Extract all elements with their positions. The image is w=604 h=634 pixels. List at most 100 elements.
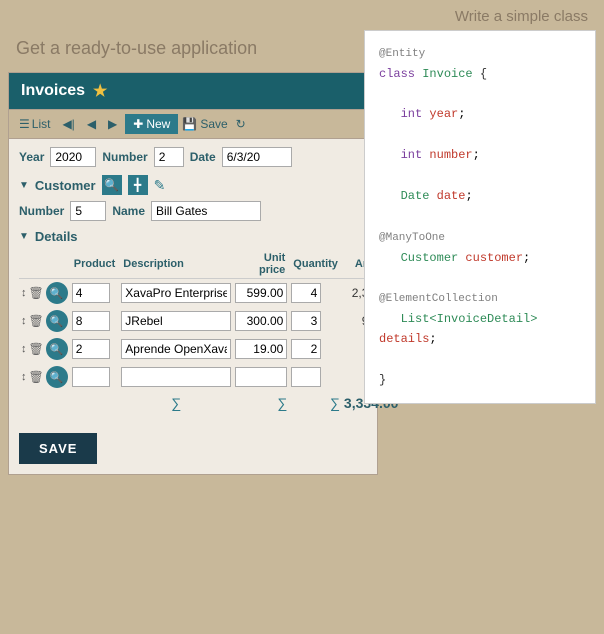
delete-button-2[interactable]: 🗑 [29,342,44,356]
delete-button-1[interactable]: 🗑 [29,314,44,328]
code-line-6: @ManyToOne [379,227,581,248]
description-input-1[interactable] [121,311,231,331]
prev-icon: ◀ [87,117,96,131]
quantity-input-3[interactable] [291,367,321,387]
product-input-2[interactable] [72,339,110,359]
row-actions-3: ↕ 🗑 🔍 [21,366,68,388]
row-actions-1: ↕ 🗑 🔍 [21,310,68,332]
sort-icon-3[interactable]: ↕ [21,371,27,383]
customer-section-header: ▼ Customer 🔍 ╋ ✎ [19,175,367,195]
add-icon: ╋ [134,178,141,192]
next-button[interactable]: ▶ [104,115,121,133]
sort-icon-0[interactable]: ↕ [21,287,27,299]
code-line-4: int number; [379,145,581,165]
unit-price-input-1[interactable] [235,311,287,331]
next-icon: ▶ [108,117,117,131]
favorite-icon[interactable]: ★ [93,81,107,101]
description-input-2[interactable] [121,339,231,359]
customer-edit-button[interactable]: ✎ [154,177,166,194]
save-icon: 💾 [182,117,197,131]
col-description: Description [119,250,233,279]
year-input[interactable] [50,147,96,167]
row-search-button-1[interactable]: 🔍 [46,310,68,332]
date-input[interactable] [222,147,292,167]
row-search-button-2[interactable]: 🔍 [46,338,68,360]
table-row: ↕ 🗑 🔍 38.00 [19,335,400,363]
refresh-button[interactable]: ↻ [232,115,250,133]
app-panel: Invoices ★ ☰ List ◀| ◀ ▶ ✚ New 💾 Save ↻ [8,72,378,475]
code-line-5: Date date; [379,186,581,206]
details-table: Product Description Unit price Quantity … [19,250,400,415]
search-icon-1: 🔍 [50,315,64,328]
customer-fields: Number Name [19,201,367,221]
row-actions-0: ↕ 🗑 🔍 [21,282,68,304]
quantity-input-2[interactable] [291,339,321,359]
refresh-icon: ↻ [236,117,246,131]
first-button[interactable]: ◀| [58,115,78,133]
details-toggle[interactable]: ▼ [19,231,29,242]
title-bar: Invoices ★ [9,73,377,109]
unit-price-input-0[interactable] [235,283,287,303]
table-row: ↕ 🗑 🔍 2,396.00 [19,279,400,308]
date-label: Date [190,150,216,164]
quantity-input-1[interactable] [291,311,321,331]
number-label: Number [102,150,147,164]
code-line-9: List<InvoiceDetail> details; [379,309,581,350]
search-icon-2: 🔍 [50,343,64,356]
save-button[interactable]: SAVE [19,433,97,464]
app-title: Invoices [21,82,85,100]
list-button[interactable]: ☰ List [15,115,54,133]
search-icon: 🔍 [104,178,119,192]
save-toolbar-button[interactable]: 💾 Save [182,117,227,131]
search-icon-0: 🔍 [50,287,64,300]
customer-add-button[interactable]: ╋ [128,175,148,195]
row-search-button-3[interactable]: 🔍 [46,366,68,388]
row-search-button-0[interactable]: 🔍 [46,282,68,304]
delete-button-3[interactable]: 🗑 [29,370,44,384]
save-area: SAVE [9,423,377,474]
details-section: ▼ Details Product Description Unit price… [19,229,367,415]
code-line-8: @ElementCollection [379,288,581,309]
edit-icon: ✎ [154,177,166,193]
new-button[interactable]: ✚ New [125,114,178,134]
row-actions-2: ↕ 🗑 🔍 [21,338,68,360]
unit-price-input-2[interactable] [235,339,287,359]
toolbar: ☰ List ◀| ◀ ▶ ✚ New 💾 Save ↻ [9,109,377,139]
sigma-row: ∑ ∑ ∑ 3,334.00 [19,391,400,415]
prev-button[interactable]: ◀ [83,115,100,133]
search-icon-3: 🔍 [50,371,64,384]
code-line-7: Customer customer; [379,248,581,268]
product-input-0[interactable] [72,283,110,303]
sort-icon-2[interactable]: ↕ [21,343,27,355]
header-fields-row: Year Number Date [19,147,367,167]
description-input-0[interactable] [121,283,231,303]
list-icon: ☰ [19,117,30,131]
table-row: ↕ 🗑 🔍 900.00 [19,307,400,335]
col-unit-price: Unit price [233,250,289,279]
code-line-2: class Invoice { [379,64,581,84]
customer-search-button[interactable]: 🔍 [102,175,122,195]
table-row: ↕ 🗑 🔍 [19,363,400,391]
code-line-1: @Entity [379,43,581,64]
unit-price-input-3[interactable] [235,367,287,387]
quantity-input-0[interactable] [291,283,321,303]
description-input-3[interactable] [121,367,231,387]
code-line-10: } [379,370,581,390]
sort-icon-1[interactable]: ↕ [21,315,27,327]
customer-toggle[interactable]: ▼ [19,180,29,191]
details-table-header: Product Description Unit price Quantity … [19,250,400,279]
customer-number-input[interactable] [70,201,106,221]
col-product: Product [70,250,120,279]
customer-name-input[interactable] [151,201,261,221]
product-input-1[interactable] [72,311,110,331]
delete-button-0[interactable]: 🗑 [29,286,44,300]
bg-top-text: Write a simple class [455,8,588,25]
col-quantity: Quantity [289,250,342,279]
code-panel: @Entity class Invoice { int year; int nu… [364,30,596,404]
number-input[interactable] [154,147,184,167]
product-input-3[interactable] [72,367,110,387]
details-section-header: ▼ Details [19,229,367,244]
code-line-3: int year; [379,104,581,124]
details-label: Details [35,229,78,244]
form-area: Year Number Date ▼ Customer 🔍 ╋ ✎ Number… [9,139,377,423]
